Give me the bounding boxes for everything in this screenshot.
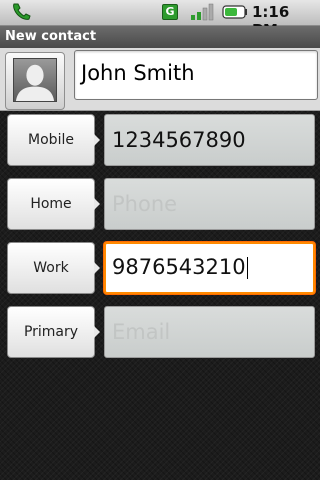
type-label-button[interactable]: Mobile — [7, 114, 95, 166]
home-phone-field[interactable]: Phone — [104, 178, 315, 230]
label-arrow-icon — [94, 262, 100, 274]
phone-row-mobile: Mobile 1234567890 — [0, 114, 320, 170]
name-field[interactable]: John Smith — [74, 50, 318, 100]
network-g-icon: G — [162, 4, 178, 20]
type-label-button[interactable]: Home — [7, 178, 95, 230]
type-label-button[interactable]: Work — [7, 242, 95, 294]
label-arrow-icon — [94, 326, 100, 338]
signal-icon — [191, 3, 214, 21]
email-row-primary: Primary Email — [0, 306, 320, 362]
contact-photo-button[interactable] — [5, 52, 65, 110]
work-phone-field[interactable]: 9876543210 — [104, 242, 315, 294]
work-phone-value: 9876543210 — [112, 255, 246, 279]
contact-header: John Smith — [0, 48, 320, 111]
phone-icon — [13, 3, 31, 20]
battery-icon — [222, 5, 247, 19]
title-bar: New contact — [0, 26, 320, 48]
person-silhouette-icon — [13, 58, 57, 102]
phone-row-home: Home Phone — [0, 178, 320, 234]
text-caret — [246, 257, 248, 279]
status-bar: G 1:16 PM — [0, 0, 320, 39]
page-title: New contact — [5, 29, 97, 44]
label-arrow-icon — [94, 134, 100, 146]
mobile-phone-field[interactable]: 1234567890 — [104, 114, 315, 166]
phone-row-work: Work 9876543210 — [0, 242, 320, 298]
email-field[interactable]: Email — [104, 306, 315, 358]
type-label-button[interactable]: Primary — [7, 306, 95, 358]
label-arrow-icon — [94, 198, 100, 210]
